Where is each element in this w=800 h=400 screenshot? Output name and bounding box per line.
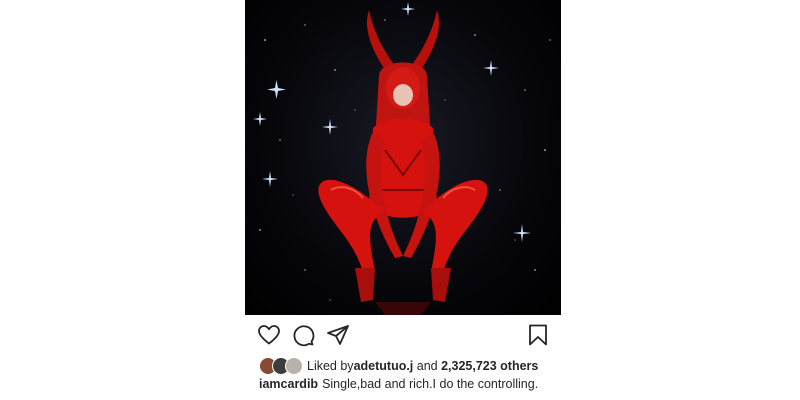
likes-summary: Liked by adetutuo.j and 2,325,723 others <box>259 357 538 375</box>
liker-avatars[interactable] <box>259 357 303 375</box>
avatar <box>285 357 303 375</box>
share-icon[interactable] <box>326 323 350 347</box>
post-actions-bar <box>245 315 561 355</box>
likes-count-link[interactable]: 2,325,723 others <box>441 359 538 373</box>
post-image[interactable] <box>245 0 561 315</box>
caption-text: Single,bad and rich.I do the controlling… <box>322 377 539 391</box>
likes-prefix: Liked by <box>307 359 354 373</box>
post-caption: iamcardib Single,bad and rich.I do the co… <box>259 377 538 391</box>
likes-connector: and <box>413 359 442 373</box>
instagram-post: Liked by adetutuo.j and 2,325,723 others… <box>245 0 561 400</box>
heart-icon[interactable] <box>257 323 281 347</box>
post-image-illustration <box>253 2 551 315</box>
bookmark-icon[interactable] <box>526 323 550 347</box>
figure <box>318 10 488 315</box>
comment-icon[interactable] <box>291 323 315 347</box>
caption-username-link[interactable]: iamcardib <box>259 377 318 391</box>
liker-username-link[interactable]: adetutuo.j <box>354 359 414 373</box>
